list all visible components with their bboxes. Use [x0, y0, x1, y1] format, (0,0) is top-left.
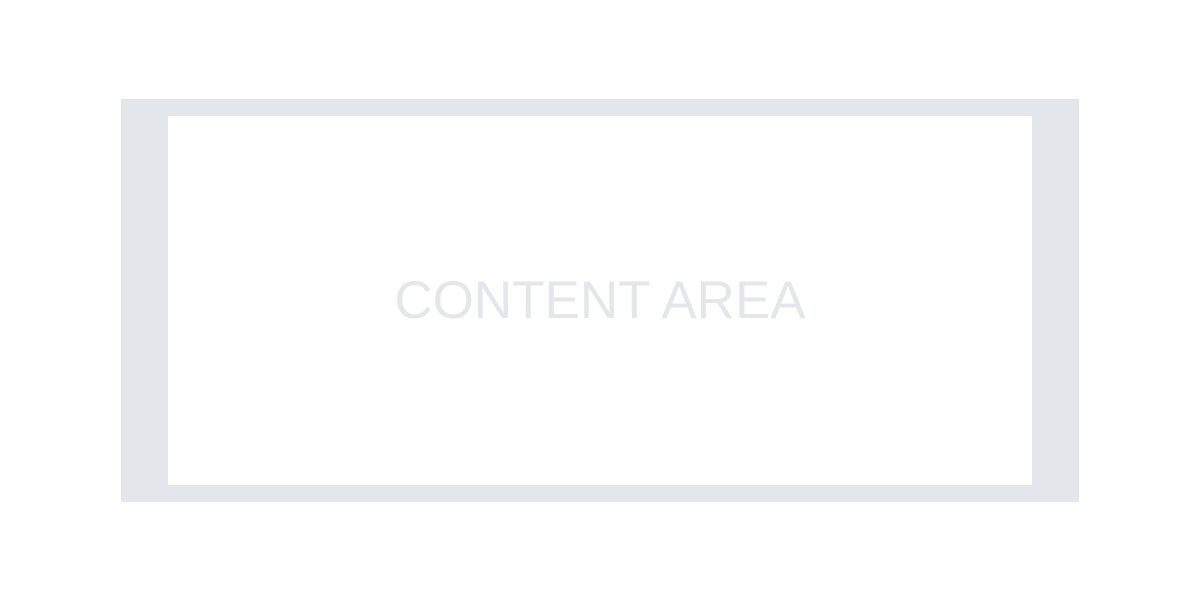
page: CONTENT AREA	[0, 0, 1200, 600]
content-area-label: CONTENT AREA	[394, 271, 806, 330]
content-frame: CONTENT AREA	[121, 99, 1079, 502]
content-area: CONTENT AREA	[168, 116, 1032, 485]
